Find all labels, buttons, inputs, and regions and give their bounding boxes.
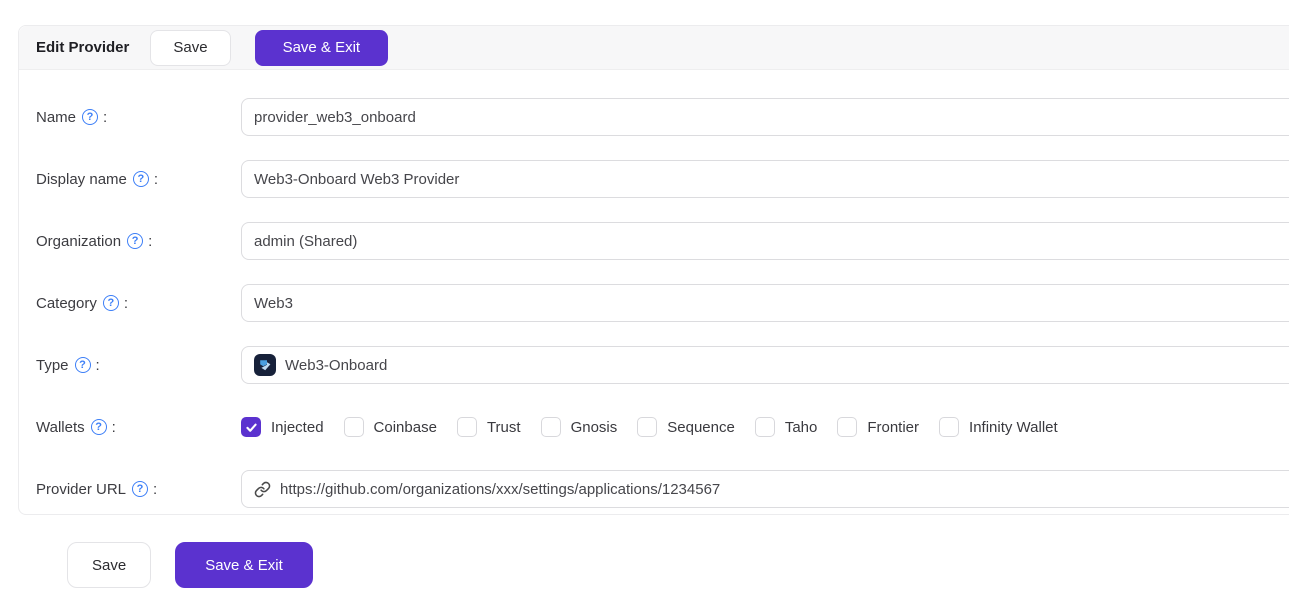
wallets-row: Wallets ? : Injected Coinbase Trust Gnosis S…	[36, 408, 1289, 446]
provider-url-label: Provider URL ? :	[36, 481, 241, 498]
name-input-box	[241, 98, 1289, 136]
type-select[interactable]: Web3-Onboard	[241, 346, 1289, 384]
checkbox-unchecked-icon[interactable]	[837, 417, 857, 437]
organization-label: Organization ? :	[36, 233, 241, 250]
save-exit-button-top[interactable]: Save & Exit	[255, 30, 389, 66]
wallet-option: Trust	[457, 417, 521, 437]
panel-header: Edit Provider Save Save & Exit	[19, 26, 1289, 70]
save-button-top[interactable]: Save	[150, 30, 230, 66]
display-name-input-box	[241, 160, 1289, 198]
wallet-label: Taho	[785, 419, 818, 436]
organization-row: Organization ? :	[36, 222, 1289, 260]
wallet-label: Sequence	[667, 419, 735, 436]
help-icon[interactable]: ?	[82, 109, 98, 125]
display-name-row: Display name ? :	[36, 160, 1289, 198]
type-label: Type ? :	[36, 357, 241, 374]
wallet-label: Frontier	[867, 419, 919, 436]
wallet-option: Infinity Wallet	[939, 417, 1058, 437]
type-value: Web3-Onboard	[285, 357, 387, 374]
display-name-label: Display name ? :	[36, 171, 241, 188]
organization-input[interactable]	[254, 233, 1289, 250]
checkbox-checked-icon[interactable]	[241, 417, 261, 437]
help-icon[interactable]: ?	[103, 295, 119, 311]
type-row: Type ? : Web3-Onboard	[36, 346, 1289, 384]
wallet-option: Injected	[241, 417, 324, 437]
wallet-label: Trust	[487, 419, 521, 436]
help-icon[interactable]: ?	[132, 481, 148, 497]
save-exit-button-bottom[interactable]: Save & Exit	[175, 542, 313, 588]
wallet-label: Injected	[271, 419, 324, 436]
name-input[interactable]	[254, 109, 1289, 126]
save-button-bottom[interactable]: Save	[67, 542, 151, 588]
wallet-option: Gnosis	[541, 417, 618, 437]
name-label: Name ? :	[36, 109, 241, 126]
provider-url-row: Provider URL ? :	[36, 470, 1289, 508]
checkbox-unchecked-icon[interactable]	[344, 417, 364, 437]
help-icon[interactable]: ?	[133, 171, 149, 187]
category-label: Category ? :	[36, 295, 241, 312]
web3-onboard-logo-icon	[254, 354, 276, 376]
category-input[interactable]	[254, 295, 1289, 312]
category-input-box	[241, 284, 1289, 322]
checkbox-unchecked-icon[interactable]	[755, 417, 775, 437]
wallet-option: Frontier	[837, 417, 919, 437]
checkbox-unchecked-icon[interactable]	[637, 417, 657, 437]
checkbox-unchecked-icon[interactable]	[939, 417, 959, 437]
wallets-label: Wallets ? :	[36, 419, 241, 436]
help-icon[interactable]: ?	[75, 357, 91, 373]
organization-input-box	[241, 222, 1289, 260]
wallet-option: Coinbase	[344, 417, 437, 437]
wallet-option: Sequence	[637, 417, 735, 437]
display-name-input[interactable]	[254, 171, 1289, 188]
edit-provider-panel: Edit Provider Save Save & Exit Name ? : …	[18, 25, 1289, 515]
wallet-label: Gnosis	[571, 419, 618, 436]
wallet-label: Infinity Wallet	[969, 419, 1058, 436]
provider-url-input[interactable]	[280, 481, 1289, 498]
wallet-option: Taho	[755, 417, 818, 437]
help-icon[interactable]: ?	[127, 233, 143, 249]
help-icon[interactable]: ?	[91, 419, 107, 435]
name-row: Name ? :	[36, 98, 1289, 136]
page-title: Edit Provider	[36, 39, 129, 56]
wallets-checkbox-group: Injected Coinbase Trust Gnosis Sequence Taho F…	[241, 417, 1078, 437]
checkbox-unchecked-icon[interactable]	[541, 417, 561, 437]
category-row: Category ? :	[36, 284, 1289, 322]
link-icon	[254, 481, 271, 498]
checkbox-unchecked-icon[interactable]	[457, 417, 477, 437]
footer-actions: Save Save & Exit	[67, 542, 313, 588]
wallet-label: Coinbase	[374, 419, 437, 436]
provider-url-input-box	[241, 470, 1289, 508]
form-body: Name ? : Display name ? : Organization ?	[19, 70, 1289, 508]
